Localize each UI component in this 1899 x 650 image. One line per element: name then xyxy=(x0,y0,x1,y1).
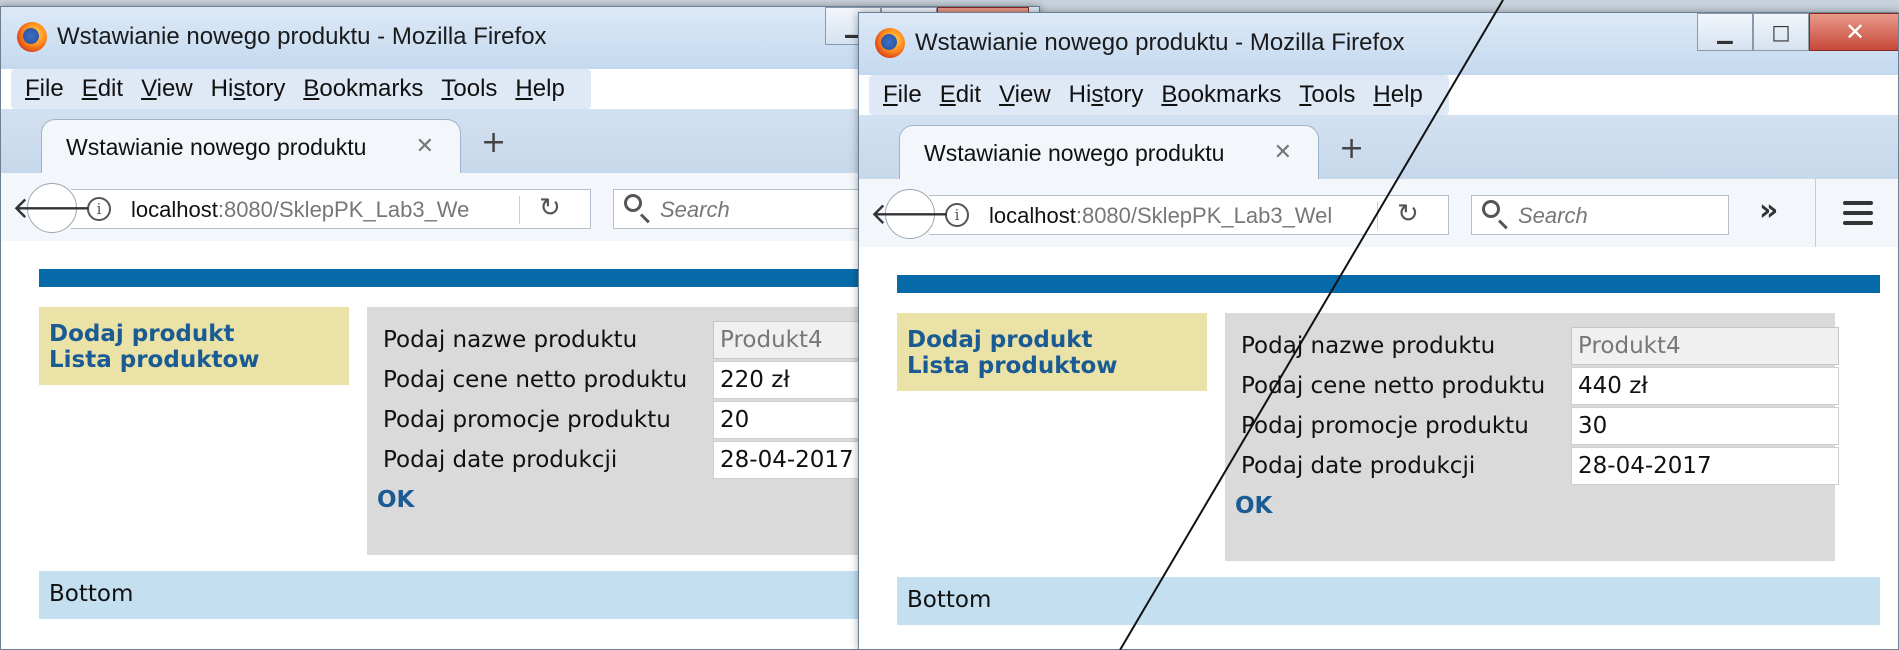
search-placeholder: Search xyxy=(1518,203,1588,228)
reload-icon[interactable]: ↻ xyxy=(539,193,561,223)
toolbar-separator xyxy=(1815,179,1816,247)
footer-bar: Bottom xyxy=(897,577,1880,625)
back-arrow-icon[interactable]: 🡐 xyxy=(12,183,92,233)
promo-field[interactable]: 30 xyxy=(1571,407,1839,445)
product-form: Podaj nazwe produktu Produkt4 Podaj cene… xyxy=(1225,313,1839,561)
url-text: localhost:8080/SklepPK_Lab3_We xyxy=(131,197,470,222)
search-icon xyxy=(624,194,642,212)
minimize-icon[interactable]: ▁ xyxy=(1697,13,1753,51)
firefox-logo-icon xyxy=(17,22,47,52)
search-placeholder: Search xyxy=(660,197,730,222)
maximize-icon[interactable]: □ xyxy=(1753,13,1809,51)
tab-title: Wstawianie nowego produktu xyxy=(66,134,367,160)
promo-label: Podaj promocje produktu xyxy=(383,407,671,433)
new-tab-icon[interactable]: + xyxy=(481,125,506,160)
footer-text: Bottom xyxy=(49,581,134,607)
url-bar[interactable]: i localhost:8080/SklepPK_Lab3_Wel ↻ xyxy=(929,195,1449,235)
name-field[interactable]: Produkt4 xyxy=(1571,327,1839,365)
menu-history[interactable]: History xyxy=(1069,81,1144,109)
menu-bar: File Edit View History Bookmarks Tools H… xyxy=(11,69,591,109)
name-label: Podaj nazwe produktu xyxy=(383,327,638,353)
price-label: Podaj cene netto produktu xyxy=(1241,373,1546,399)
menu-history[interactable]: History xyxy=(211,75,286,103)
title-bar: Wstawianie nowego produktu - Mozilla Fir… xyxy=(859,13,1898,75)
search-input[interactable]: Search xyxy=(613,189,871,229)
window-controls: ▁ □ ✕ xyxy=(1697,13,1898,53)
tab-close-icon[interactable]: ✕ xyxy=(416,134,434,159)
reload-icon[interactable]: ↻ xyxy=(1397,199,1419,229)
new-tab-icon[interactable]: + xyxy=(1339,131,1364,166)
close-icon[interactable]: ✕ xyxy=(1809,13,1898,51)
tab-active[interactable]: Wstawianie nowego produktu ✕ xyxy=(41,119,461,173)
search-input[interactable]: Search xyxy=(1471,195,1729,235)
menu-help[interactable]: Help xyxy=(1373,81,1422,109)
ok-button[interactable]: OK xyxy=(1235,493,1272,519)
page-content: Dodaj produkt Lista produktow Podaj nazw… xyxy=(859,247,1898,649)
price-label: Podaj cene netto produktu xyxy=(383,367,688,393)
header-bar xyxy=(897,275,1880,293)
menu-tools[interactable]: Tools xyxy=(441,75,497,103)
link-lista-produktow[interactable]: Lista produktow xyxy=(49,347,349,373)
tab-close-icon[interactable]: ✕ xyxy=(1274,140,1292,165)
name-label: Podaj nazwe produktu xyxy=(1241,333,1496,359)
hamburger-menu-icon[interactable] xyxy=(1843,201,1873,225)
menu-file[interactable]: File xyxy=(25,75,64,103)
date-label: Podaj date produkcji xyxy=(383,447,618,473)
menu-view[interactable]: View xyxy=(999,81,1051,109)
tab-active[interactable]: Wstawianie nowego produktu ✕ xyxy=(899,125,1319,179)
menu-bookmarks[interactable]: Bookmarks xyxy=(1161,81,1281,109)
menu-help[interactable]: Help xyxy=(515,75,564,103)
search-icon xyxy=(1482,200,1500,218)
menu-file[interactable]: File xyxy=(883,81,922,109)
menu-edit[interactable]: Edit xyxy=(940,81,981,109)
promo-label: Podaj promocje produktu xyxy=(1241,413,1529,439)
link-dodaj-produkt[interactable]: Dodaj produkt xyxy=(49,321,349,347)
price-field[interactable]: 440 zł xyxy=(1571,367,1839,405)
url-text: localhost:8080/SklepPK_Lab3_Wel xyxy=(989,203,1333,228)
side-menu: Dodaj produkt Lista produktow xyxy=(39,307,349,385)
menu-view[interactable]: View xyxy=(141,75,193,103)
back-arrow-icon[interactable]: 🡐 xyxy=(870,189,950,239)
url-separator xyxy=(1377,202,1378,230)
firefox-window-right: Wstawianie nowego produktu - Mozilla Fir… xyxy=(858,12,1899,650)
link-lista-produktow[interactable]: Lista produktow xyxy=(907,353,1207,379)
url-bar[interactable]: i localhost:8080/SklepPK_Lab3_We ↻ xyxy=(71,189,591,229)
menu-tools[interactable]: Tools xyxy=(1299,81,1355,109)
ok-button[interactable]: OK xyxy=(377,487,414,513)
window-title: Wstawianie nowego produktu - Mozilla Fir… xyxy=(57,23,547,50)
date-label: Podaj date produkcji xyxy=(1241,453,1476,479)
link-dodaj-produkt[interactable]: Dodaj produkt xyxy=(907,327,1207,353)
nav-bar: i localhost:8080/SklepPK_Lab3_Wel ↻ 🡐 Se… xyxy=(859,179,1898,248)
menu-bookmarks[interactable]: Bookmarks xyxy=(303,75,423,103)
menu-edit[interactable]: Edit xyxy=(82,75,123,103)
menu-bar: File Edit View History Bookmarks Tools H… xyxy=(869,75,1449,115)
tab-title: Wstawianie nowego produktu xyxy=(924,140,1225,166)
date-field[interactable]: 28-04-2017 xyxy=(1571,447,1839,485)
url-separator xyxy=(519,196,520,224)
overflow-chevron-icon[interactable]: » xyxy=(1759,193,1778,228)
side-menu: Dodaj produkt Lista produktow xyxy=(897,313,1207,391)
footer-text: Bottom xyxy=(907,587,992,613)
window-title: Wstawianie nowego produktu - Mozilla Fir… xyxy=(915,29,1405,56)
firefox-logo-icon xyxy=(875,28,905,58)
tab-bar: Wstawianie nowego produktu ✕ + xyxy=(859,115,1898,179)
